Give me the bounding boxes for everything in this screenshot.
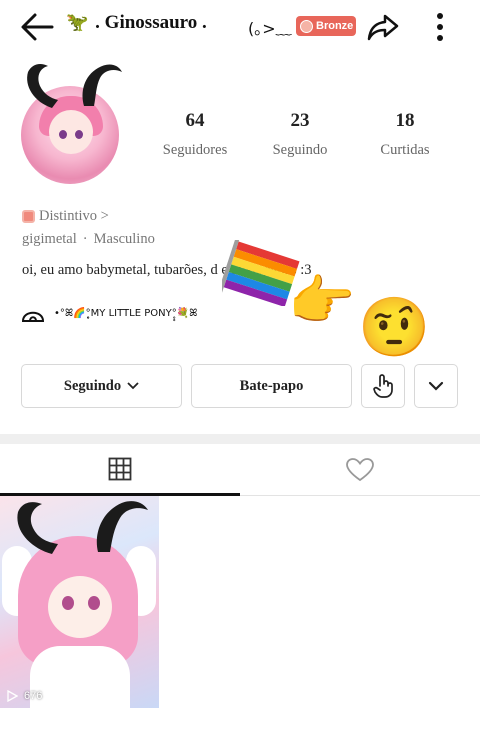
play-icon [7,690,18,702]
profile-header: 🦖 . Ginossauro . (｡>﹏ Bronze [0,0,480,54]
following-button-label: Seguindo [63,377,122,394]
distintivo-label: Distintivo > [39,208,109,224]
likes-count: 18 [395,110,415,131]
followers-label: Seguidores [162,142,228,158]
tap-hand-button[interactable] [361,364,405,408]
likes-label: Curtidas [380,142,430,158]
more-options-dropdown[interactable] [414,364,458,408]
following-button[interactable]: Seguindo [21,364,182,408]
medal-icon [300,19,313,33]
profile-name: . Ginossauro . [95,12,207,33]
more-vertical-icon[interactable] [428,10,452,44]
username: gigimetal [22,231,77,247]
pointing-hand-sticker-icon: 👉 [288,269,356,332]
profile-extra: •°ꕤ🌈°̥̥MY LITTLE PONY°̥̥💐ꕤ [22,304,197,322]
horns-decoration-icon [17,501,148,554]
chevron-down-icon [428,381,444,391]
view-count: 676 [24,690,43,702]
horns-decoration-icon [27,64,122,108]
stat-following[interactable]: 23 Seguindo [250,110,350,159]
following-label: Seguindo [272,142,328,158]
badge-hexagon-icon [22,210,35,223]
profile-title: 🦖 . Ginossauro . [66,12,207,34]
badge-label: Bronze [316,20,354,32]
heart-icon [346,458,374,482]
followers-count: 64 [185,110,205,131]
chat-button[interactable]: Bate-papo [191,364,352,408]
tab-posts-grid[interactable] [0,444,240,496]
avatar[interactable] [14,56,130,188]
bronze-badge[interactable]: Bronze [296,16,356,36]
following-count: 23 [290,110,310,131]
igloo-icon [22,311,44,322]
stat-followers[interactable]: 64 Seguidores [145,110,245,159]
arrow-left-icon[interactable] [18,10,58,44]
profile-meta: gigimetal · Masculino [22,231,155,247]
grid-icon [108,457,132,480]
tap-hand-icon [373,374,393,398]
gender: Masculino [93,231,155,247]
title-kaomoji: (｡>﹏ [248,19,292,38]
section-divider [0,434,480,444]
profile-stats: 64 Seguidores 23 Seguindo 18 Curtidas [150,110,470,166]
chevron-down-small-icon [127,382,139,390]
profile-tabs [0,444,480,496]
post-views: 676 [6,690,42,702]
dinosaur-icon: 🦖 [66,12,89,32]
post-thumbnail[interactable]: 676 [0,496,159,708]
share-icon[interactable] [366,10,400,44]
distintivo-link[interactable]: Distintivo > [22,208,109,225]
tab-liked[interactable] [240,444,480,496]
extra-text: •°ꕤ🌈°̥̥MY LITTLE PONY°̥̥💐ꕤ [54,307,198,319]
thinking-face-sticker-icon: 🤨 [358,293,431,361]
stat-likes[interactable]: 18 Curtidas [355,110,455,159]
chat-button-label: Bate-papo [239,377,304,394]
